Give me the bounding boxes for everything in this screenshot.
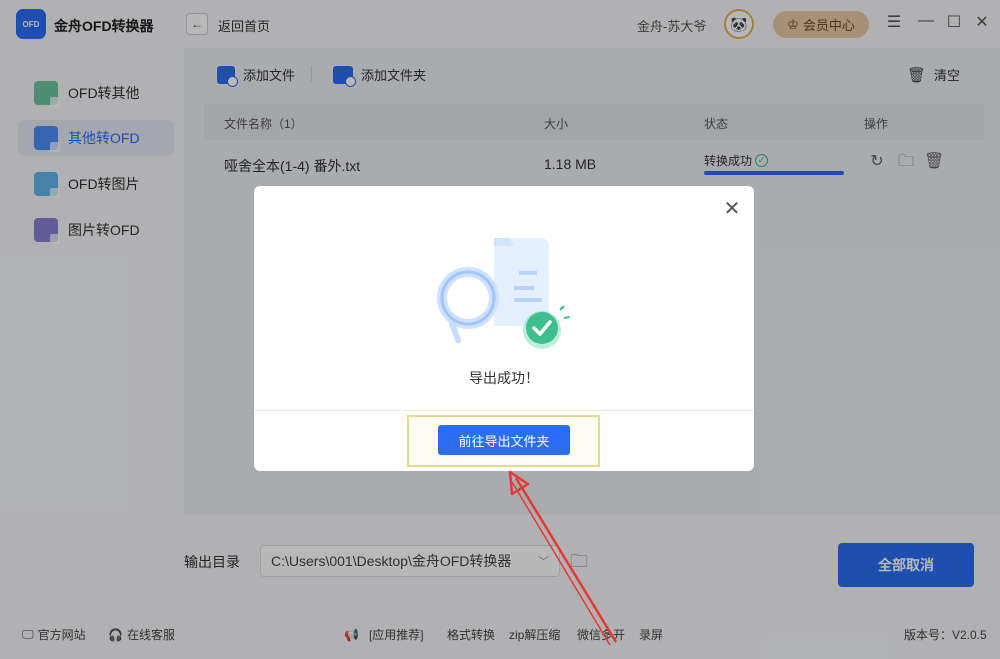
annotation-arrow xyxy=(508,470,618,646)
